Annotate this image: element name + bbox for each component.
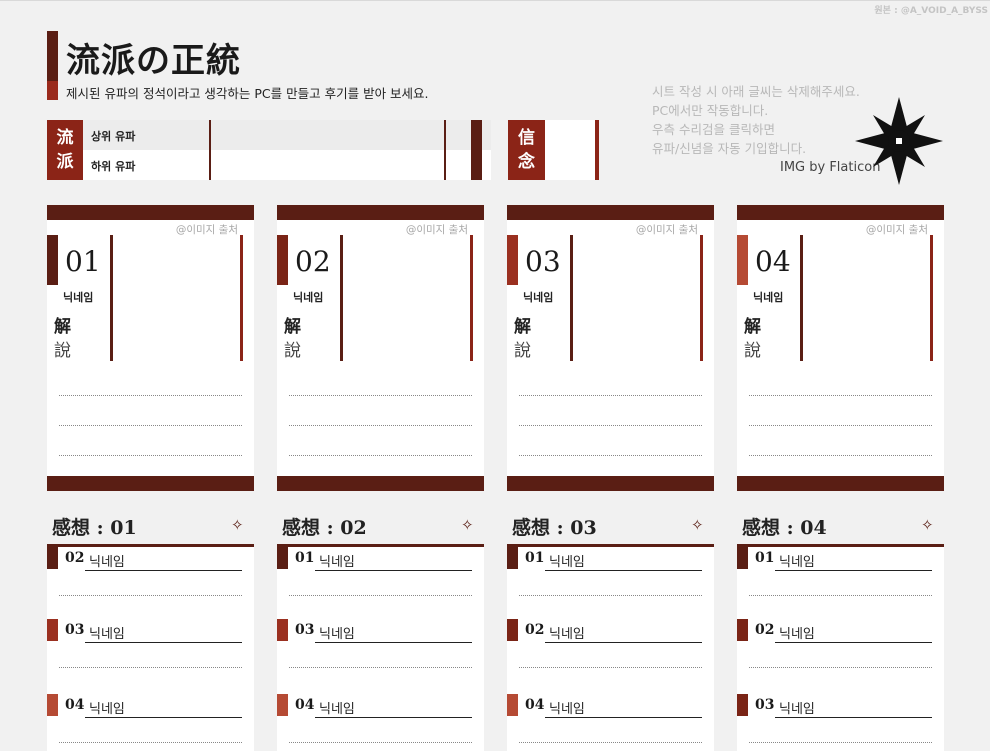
lower-lineage-row[interactable]: 하위 유파 — [83, 150, 491, 180]
sparkle-icon: ✧ — [691, 516, 704, 534]
page-subtitle: 제시된 유파의 정석이라고 생각하는 PC를 만들고 후기를 받아 보세요. — [66, 86, 429, 101]
review-title: 感想 : 02 — [282, 517, 367, 539]
card-label-bottom: 說 — [54, 341, 71, 361]
reviewer-nickname[interactable]: 닉네임 — [545, 623, 702, 643]
reviewer-nickname[interactable]: 닉네임 — [85, 551, 242, 571]
sparkle-icon: ✧ — [461, 516, 474, 534]
review-title: 感想 : 04 — [742, 517, 827, 539]
card-number: 04 — [755, 245, 791, 278]
card-label-top: 解 — [284, 317, 301, 337]
reviewer-nickname[interactable]: 닉네임 — [85, 623, 242, 643]
top-divider — [0, 0, 990, 1]
lineage-end-block — [471, 120, 482, 180]
review-section: 感想 : 03 ✧ 01 닉네임 02 닉네임 04 닉네임 — [507, 510, 714, 751]
image-source: @이미지 출처 — [635, 224, 698, 236]
character-card: @이미지 출처 01 닉네임 解 說 — [47, 205, 254, 491]
instructions: 시트 작성 시 아래 글씨는 삭제해주세요. PC에서만 작동합니다. 우측 수… — [652, 82, 860, 158]
image-source: @이미지 출처 — [405, 224, 468, 236]
review-title: 感想 : 01 — [52, 517, 137, 539]
card-label-bottom: 說 — [284, 341, 301, 361]
card-number: 03 — [525, 245, 561, 278]
belief-field[interactable]: 信 念 — [508, 120, 599, 180]
image-source: @이미지 출처 — [865, 224, 928, 236]
sparkle-icon: ✧ — [921, 516, 934, 534]
image-source: @이미지 출처 — [175, 224, 238, 236]
character-card: @이미지 출처 04 닉네임 解 說 — [737, 205, 944, 491]
card-nickname[interactable]: 닉네임 — [63, 289, 93, 305]
reviewer-nickname[interactable]: 닉네임 — [775, 623, 932, 643]
sparkle-icon: ✧ — [231, 516, 244, 534]
review-section: 感想 : 02 ✧ 01 닉네임 03 닉네임 04 닉네임 — [277, 510, 484, 751]
upper-lineage-row[interactable]: 상위 유파 — [83, 120, 491, 150]
card-label-top: 解 — [744, 317, 761, 337]
reviewer-nickname[interactable]: 닉네임 — [315, 551, 472, 571]
character-card: @이미지 출처 02 닉네임 解 說 — [277, 205, 484, 491]
lineage-table: 流 派 상위 유파 하위 유파 — [47, 120, 491, 180]
card-number: 01 — [65, 245, 101, 278]
lineage-divider — [444, 120, 446, 180]
note-line: 시트 작성 시 아래 글씨는 삭제해주세요. — [652, 84, 860, 99]
reviewer-nickname[interactable]: 닉네임 — [775, 551, 932, 571]
belief-tag: 信 念 — [508, 120, 545, 180]
reviewer-nickname[interactable]: 닉네임 — [545, 551, 702, 571]
card-nickname[interactable]: 닉네임 — [293, 289, 323, 305]
shuriken-icon[interactable] — [855, 97, 943, 185]
page-title: 流派の正統 — [66, 41, 241, 81]
title-accent-bar — [47, 31, 58, 100]
card-nickname[interactable]: 닉네임 — [523, 289, 553, 305]
lineage-tag: 流 派 — [47, 120, 83, 180]
reviewer-nickname[interactable]: 닉네임 — [315, 623, 472, 643]
note-line: 유파/신념을 자동 기입합니다. — [652, 141, 807, 156]
note-line: PC에서만 작동합니다. — [652, 103, 769, 118]
reviewer-nickname[interactable]: 닉네임 — [315, 698, 472, 718]
note-line: 우측 수리검을 클릭하면 — [652, 122, 775, 137]
card-label-bottom: 說 — [744, 341, 761, 361]
card-nickname[interactable]: 닉네임 — [753, 289, 783, 305]
reviewer-nickname[interactable]: 닉네임 — [775, 698, 932, 718]
original-credit: 원본 : @A_VOID_A_BYSS — [874, 6, 988, 16]
card-label-top: 解 — [54, 317, 71, 337]
upper-lineage-label: 상위 유파 — [91, 130, 136, 143]
review-section: 感想 : 01 ✧ 02 닉네임 03 닉네임 04 닉네임 — [47, 510, 254, 751]
card-number: 02 — [295, 245, 331, 278]
card-label-bottom: 說 — [514, 341, 531, 361]
review-title: 感想 : 03 — [512, 517, 597, 539]
review-section: 感想 : 04 ✧ 01 닉네임 02 닉네임 03 닉네임 — [737, 510, 944, 751]
card-label-top: 解 — [514, 317, 531, 337]
reviewer-nickname[interactable]: 닉네임 — [545, 698, 702, 718]
character-card: @이미지 출처 03 닉네임 解 說 — [507, 205, 714, 491]
lower-lineage-label: 하위 유파 — [91, 160, 136, 173]
reviewer-nickname[interactable]: 닉네임 — [85, 698, 242, 718]
